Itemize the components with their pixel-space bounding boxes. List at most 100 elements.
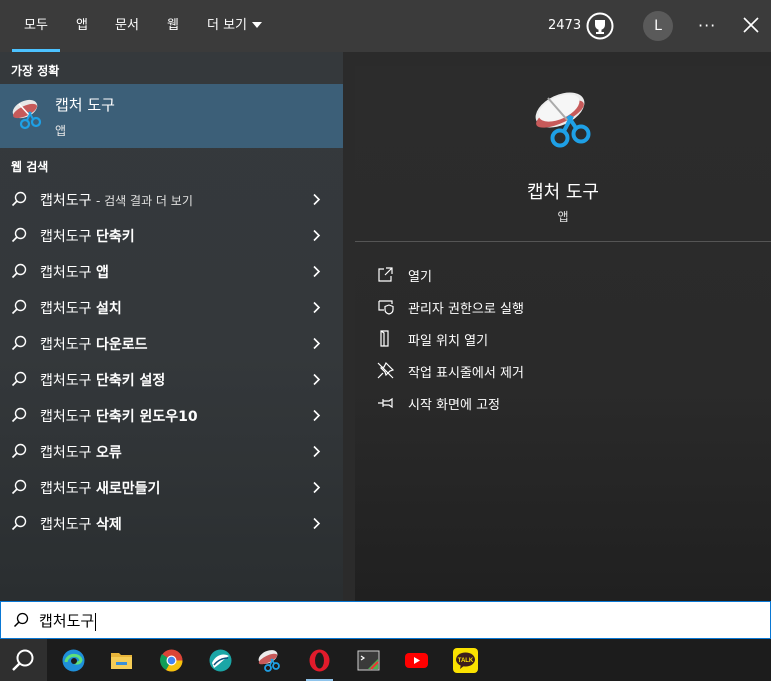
- youtube-icon: [405, 653, 428, 668]
- web-search-label: 캡처도구 앱: [40, 265, 109, 281]
- web-search-label: 캡처도구 설치: [40, 301, 122, 317]
- shield-icon: [378, 300, 394, 315]
- web-search-item[interactable]: 캡처도구 - 검색 결과 더 보기: [0, 181, 343, 217]
- search-icon: [11, 227, 27, 243]
- search-icon: [11, 443, 27, 459]
- web-search-label: 캡처도구 - 검색 결과 더 보기: [40, 193, 193, 209]
- best-match-title: 가장 정확: [11, 64, 60, 78]
- search-input-value: 캡처도구: [39, 612, 95, 630]
- search-icon: [11, 335, 27, 351]
- best-match-item[interactable]: 캡처 도구 앱: [0, 84, 343, 148]
- tab-web[interactable]: 웹: [167, 0, 179, 52]
- results-panel: 가장 정확 캡처 도구 앱 웹 검색 캡처도구 - 검색 결과 더 보기 캡처도…: [0, 52, 343, 601]
- snipping-tool-icon: [12, 99, 42, 130]
- search-icon: [11, 479, 27, 495]
- web-search-label: 캡처도구 단축키 설정: [40, 373, 166, 389]
- detail-divider: [355, 241, 771, 242]
- action-label: 파일 위치 열기: [408, 334, 489, 349]
- search-input[interactable]: 캡처도구: [39, 610, 97, 631]
- chevron-right-icon: [313, 265, 321, 278]
- taskbar-snipping-tool[interactable]: [246, 639, 293, 681]
- chevron-right-icon: [313, 229, 321, 242]
- chevron-right-icon: [313, 373, 321, 386]
- snipping-tool-icon: [535, 92, 591, 148]
- chevron-right-icon: [313, 409, 321, 422]
- rewards-points[interactable]: 2473: [548, 0, 581, 52]
- web-search-label: 캡처도구 단축키 윈도우10: [40, 409, 198, 425]
- web-search-label: 캡처도구 삭제: [40, 517, 122, 533]
- opera-icon: [309, 649, 330, 672]
- best-match-type: 앱: [55, 124, 67, 138]
- tab-more[interactable]: 더 보기: [207, 0, 263, 52]
- taskbar-opera[interactable]: [296, 639, 343, 681]
- search-box[interactable]: 캡처도구: [0, 601, 771, 639]
- terminal-icon: [357, 650, 380, 671]
- web-search-label: 캡처도구 다운로드: [40, 337, 148, 353]
- folder-icon: [111, 653, 132, 669]
- web-search-label: 캡처도구 새로만들기: [40, 481, 161, 497]
- action-label: 작업 표시줄에서 제거: [408, 366, 524, 381]
- user-avatar[interactable]: L: [643, 11, 673, 41]
- action-label: 시작 화면에 고정: [408, 398, 500, 413]
- taskbar-search-button[interactable]: [0, 639, 47, 681]
- edge-icon: [62, 649, 85, 672]
- web-search-item[interactable]: 캡처도구 단축키 윈도우10: [0, 397, 343, 433]
- text-cursor: [95, 612, 97, 631]
- taskbar-kakaotalk[interactable]: TALK: [442, 639, 489, 681]
- svg-text:TALK: TALK: [458, 658, 474, 664]
- search-icon: [11, 191, 27, 207]
- detail-app-name: 캡처 도구: [527, 182, 599, 203]
- best-match-name: 캡처 도구: [55, 96, 115, 114]
- taskbar: TALK: [0, 639, 771, 681]
- rewards-trophy-icon[interactable]: [586, 12, 614, 40]
- taskbar-youtube[interactable]: [393, 639, 440, 681]
- taskbar-file-explorer[interactable]: [98, 639, 145, 681]
- action-label: 열기: [408, 270, 432, 285]
- taskbar-terminal[interactable]: [345, 639, 392, 681]
- search-icon: [11, 371, 27, 387]
- taskbar-app-fish[interactable]: [197, 639, 244, 681]
- unpin-icon: [377, 362, 394, 379]
- top-bar: 모두 앱 문서 웹 더 보기 2473 L ···: [0, 0, 771, 52]
- close-icon[interactable]: [741, 15, 761, 35]
- web-search-item[interactable]: 캡처도구 앱: [0, 253, 343, 289]
- fish-app-icon: [209, 649, 232, 672]
- detail-panel: 캡처 도구 앱 열기 관리자 권한으로 실행 파일 위치 열기 작업 표시줄에서…: [343, 52, 771, 601]
- search-icon: [11, 263, 27, 279]
- web-search-label: 캡처도구 단축키: [40, 229, 135, 245]
- detail-card: 캡처 도구 앱 열기 관리자 권한으로 실행 파일 위치 열기 작업 표시줄에서…: [355, 66, 771, 601]
- web-search-list: 캡처도구 - 검색 결과 더 보기 캡처도구 단축키 캡처도구 앱 캡처도구 설…: [0, 181, 343, 541]
- file-location-icon: [380, 330, 389, 347]
- web-search-title: 웹 검색: [11, 160, 49, 174]
- snipping-tool-icon: [258, 650, 280, 672]
- search-icon: [11, 515, 27, 531]
- chevron-right-icon: [313, 301, 321, 314]
- chevron-right-icon: [313, 193, 321, 206]
- tab-documents[interactable]: 문서: [115, 0, 139, 52]
- kakaotalk-icon: TALK: [453, 648, 478, 673]
- tab-all[interactable]: 모두: [12, 0, 60, 52]
- open-icon: [378, 267, 393, 282]
- search-icon: [11, 407, 27, 423]
- taskbar-chrome[interactable]: [148, 639, 195, 681]
- chevron-right-icon: [313, 517, 321, 530]
- web-search-item[interactable]: 캡처도구 새로만들기: [0, 469, 343, 505]
- chevron-right-icon: [313, 481, 321, 494]
- caret-down-icon: [252, 21, 263, 28]
- web-search-item[interactable]: 캡처도구 단축키 설정: [0, 361, 343, 397]
- search-icon: [11, 299, 27, 315]
- pin-icon: [378, 397, 393, 409]
- chevron-right-icon: [313, 445, 321, 458]
- web-search-item[interactable]: 캡처도구 삭제: [0, 505, 343, 541]
- detail-app-type: 앱: [557, 210, 569, 224]
- web-search-item[interactable]: 캡처도구 다운로드: [0, 325, 343, 361]
- web-search-item[interactable]: 캡처도구 단축키: [0, 217, 343, 253]
- action-label: 관리자 권한으로 실행: [408, 302, 524, 317]
- chrome-icon: [160, 649, 183, 672]
- taskbar-edge[interactable]: [50, 639, 97, 681]
- web-search-item[interactable]: 캡처도구 설치: [0, 289, 343, 325]
- tab-apps[interactable]: 앱: [76, 0, 88, 52]
- tab-more-label: 더 보기: [207, 18, 248, 33]
- more-options-button[interactable]: ···: [698, 0, 716, 52]
- web-search-item[interactable]: 캡처도구 오류: [0, 433, 343, 469]
